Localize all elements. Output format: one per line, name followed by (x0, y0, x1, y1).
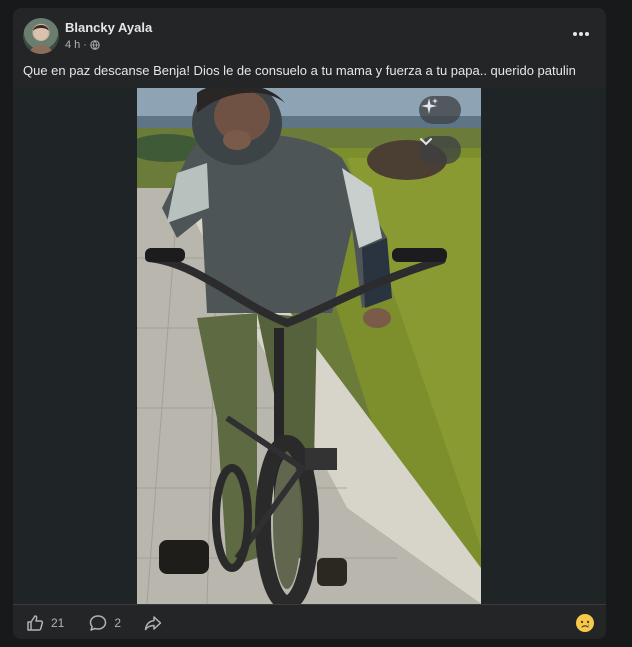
photo-illustration (137, 88, 481, 604)
like-button[interactable]: 21 (25, 613, 64, 633)
post-photo[interactable] (137, 88, 481, 604)
comments-count: 2 (114, 615, 122, 630)
share-icon (144, 615, 162, 630)
post-meta: 4 h · (65, 39, 100, 51)
post-caption: Que en paz descanse Benja! Dios le de co… (23, 63, 576, 78)
author-name[interactable]: Blancky Ayala (65, 20, 152, 35)
thumbs-up-icon (27, 614, 44, 631)
globe-icon (90, 40, 100, 50)
sparkle-button[interactable] (419, 96, 461, 124)
sparkle-icon (421, 98, 438, 114)
more-options-dot (585, 32, 589, 36)
more-options-dot (579, 32, 583, 36)
separator-dot: · (83, 39, 87, 51)
chevron-down-button[interactable] (419, 136, 461, 164)
more-options-icon (573, 32, 577, 36)
post-header: Blancky Ayala 4 h · (23, 18, 596, 58)
share-button[interactable] (143, 613, 163, 633)
post-actions-bar: 21 2 (13, 604, 606, 639)
more-options-button[interactable] (568, 24, 594, 44)
sad-face-glyph (576, 614, 594, 632)
comment-button[interactable]: 2 (88, 613, 121, 633)
post-media[interactable] (13, 88, 606, 604)
likes-count: 21 (51, 615, 65, 630)
post-card: Blancky Ayala 4 h · Que en paz descanse … (13, 8, 606, 639)
post-time[interactable]: 4 h (65, 39, 80, 51)
sad-reaction-icon[interactable] (576, 614, 594, 632)
author-avatar[interactable] (23, 18, 59, 54)
comment-icon (90, 614, 107, 631)
chevron-down-icon (420, 138, 432, 146)
